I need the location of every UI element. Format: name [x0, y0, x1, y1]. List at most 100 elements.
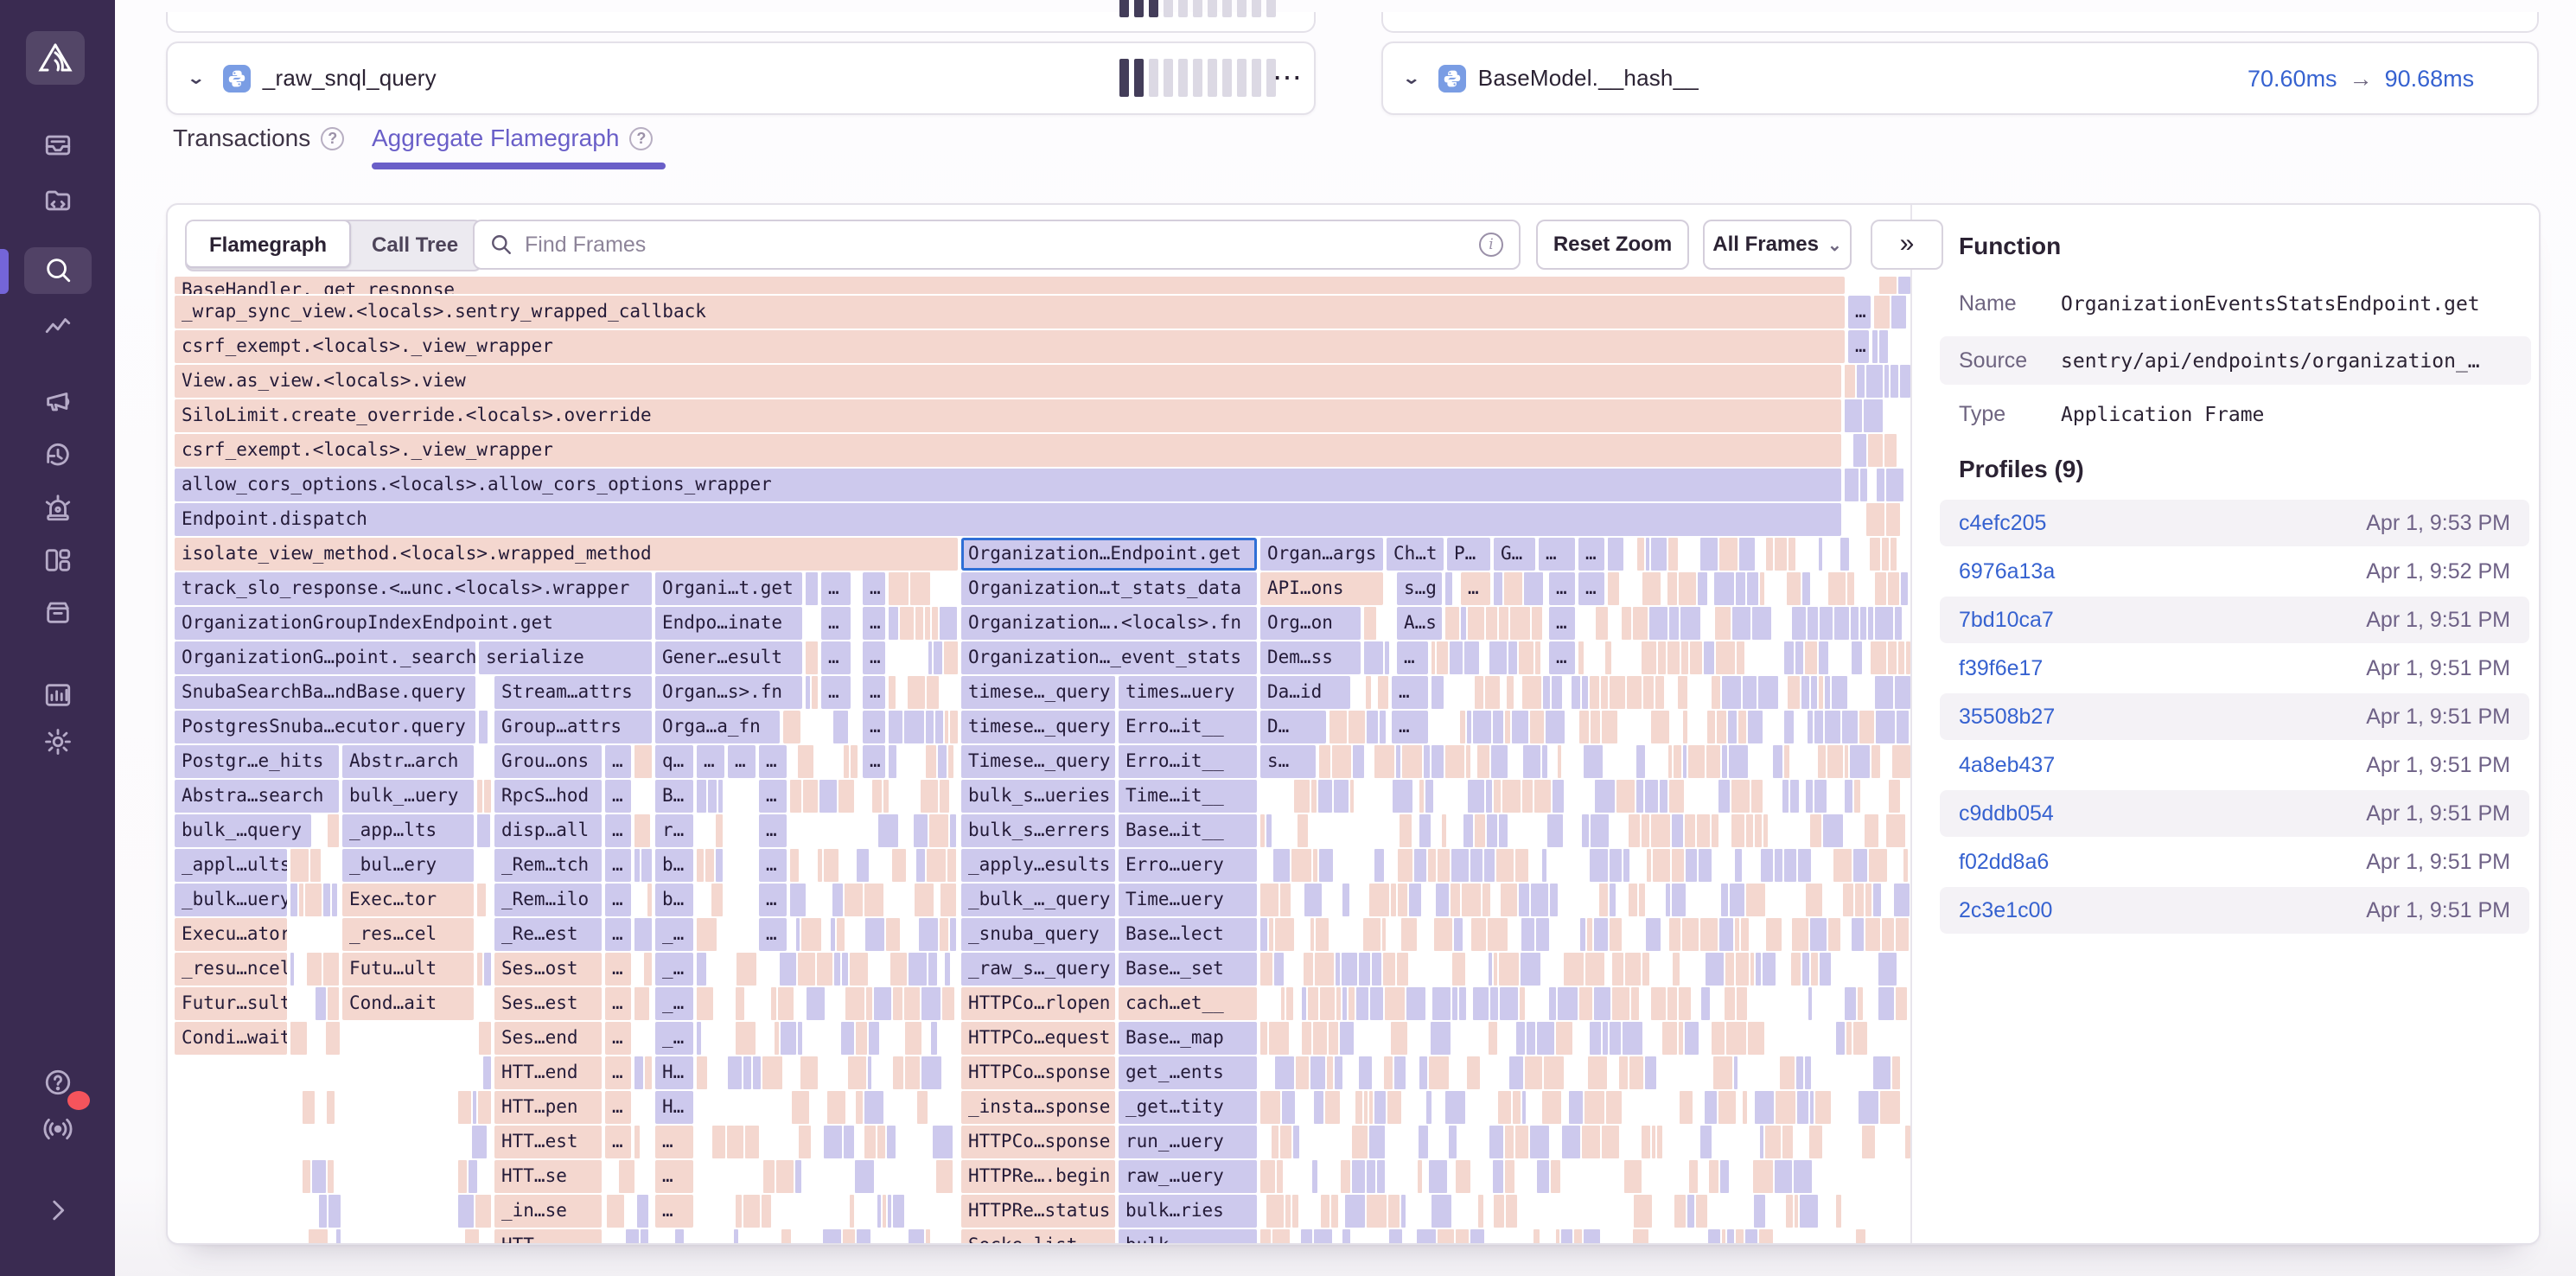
flamegraph-frame[interactable]: Organ…s>.fn [655, 676, 802, 709]
flamegraph-frame-sliver[interactable] [878, 814, 898, 847]
flamegraph-frame-sliver[interactable] [806, 676, 810, 709]
flamegraph-frame-sliver[interactable] [1712, 676, 1720, 709]
flamegraph-frame-sliver[interactable] [950, 814, 956, 847]
flamegraph-frame-sliver[interactable] [1823, 814, 1843, 847]
flamegraph-frame[interactable]: … [821, 607, 851, 640]
flamegraph-frame-sliver[interactable] [1293, 1126, 1299, 1158]
flamegraph-frame-sliver[interactable] [336, 1229, 341, 1243]
flamegraph-frame-sliver[interactable] [1318, 780, 1332, 813]
flamegraph-frame-sliver[interactable] [1505, 711, 1510, 743]
flamegraph-frame-sliver[interactable] [1623, 849, 1629, 882]
flamegraph-frame-sliver[interactable] [290, 1022, 307, 1055]
flamegraph-frame[interactable]: _resu…ncel [175, 953, 287, 986]
flamegraph-frame-sliver[interactable] [1731, 780, 1750, 813]
flamegraph-frame-sliver[interactable] [1869, 849, 1887, 882]
flamegraph-frame-sliver[interactable] [1760, 1126, 1763, 1158]
flamegraph-frame[interactable]: _… [655, 918, 693, 951]
flamegraph-frame-sliver[interactable] [1727, 1229, 1734, 1243]
flamegraph-frame-sliver[interactable] [1329, 1022, 1338, 1055]
flamegraph-frame-sliver[interactable] [1364, 607, 1376, 640]
flamegraph-frame-sliver[interactable] [827, 1091, 845, 1124]
flamegraph-frame-sliver[interactable] [889, 572, 909, 605]
flamegraph-frame-sliver[interactable] [1359, 953, 1370, 986]
flamegraph-frame-sliver[interactable] [1806, 780, 1813, 813]
flamegraph-frame-sliver[interactable] [803, 780, 818, 813]
flamegraph-frame-sliver[interactable] [910, 572, 930, 605]
flamegraph-frame-sliver[interactable] [1828, 572, 1846, 605]
flamegraph-frame-sliver[interactable] [890, 953, 907, 986]
flamegraph-frame-sliver[interactable] [942, 987, 954, 1020]
flamegraph-frame-sliver[interactable] [1260, 1160, 1275, 1193]
flamegraph-frame[interactable]: Erro…it__ [1119, 711, 1257, 743]
flamegraph-frame[interactable]: _get…tity [1119, 1091, 1257, 1124]
flamegraph-frame-sliver[interactable] [1660, 780, 1667, 813]
flamegraph-frame[interactable]: … [728, 745, 756, 778]
flamegraph-frame[interactable]: … [1848, 296, 1871, 329]
flamegraph-frame-sliver[interactable] [1409, 884, 1421, 916]
flamegraph-frame-sliver[interactable] [634, 814, 650, 847]
flamegraph-frame-sliver[interactable] [299, 884, 303, 916]
flamegraph-frame[interactable]: P… [1447, 538, 1490, 571]
flamegraph-frame-sliver[interactable] [947, 849, 956, 882]
flamegraph-frame-sliver[interactable] [1608, 538, 1623, 571]
flamegraph-frame-sliver[interactable] [1296, 1056, 1309, 1089]
flamegraph-frame-sliver[interactable] [1642, 814, 1649, 847]
flamegraph-frame-sliver[interactable] [877, 1195, 881, 1228]
flamegraph-frame-sliver[interactable] [1275, 1056, 1294, 1089]
flamegraph-frame-sliver[interactable] [1808, 607, 1818, 640]
flamegraph-frame-sliver[interactable] [290, 953, 294, 986]
flamegraph-frame[interactable]: Dem…ss [1260, 641, 1361, 674]
flamegraph-frame-sliver[interactable] [1533, 1229, 1540, 1243]
help-circle-icon[interactable]: ? [321, 127, 344, 150]
flamegraph-frame-sliver[interactable] [1766, 918, 1782, 951]
flamegraph-frame-sliver[interactable] [1865, 814, 1878, 847]
flamegraph-frame-sliver[interactable] [1784, 849, 1796, 882]
flamegraph-frame[interactable]: csrf_exempt.<locals>._view_wrapper [175, 330, 1845, 363]
flamegraph-frame-sliver[interactable] [864, 1091, 883, 1124]
flamegraph-frame-sliver[interactable] [855, 1160, 874, 1193]
flamegraph-frame-sliver[interactable] [1546, 711, 1565, 743]
flamegraph-frame-sliver[interactable] [1852, 918, 1864, 951]
flamegraph-frame[interactable]: timese…_query [961, 676, 1115, 709]
flamegraph-frame-sliver[interactable] [458, 1195, 474, 1228]
flamegraph-frame-sliver[interactable] [1564, 953, 1584, 986]
flamegraph-frame-sliver[interactable] [914, 814, 928, 847]
flamegraph-frame-sliver[interactable] [1875, 572, 1886, 605]
flamegraph-frame[interactable]: allow_cors_options.<locals>.allow_cors_o… [175, 469, 1841, 501]
flamegraph-frame-sliver[interactable] [1536, 918, 1549, 951]
flamegraph-frame[interactable]: Socke…list [961, 1229, 1115, 1243]
flamegraph-frame-sliver[interactable] [1882, 538, 1889, 571]
flamegraph-frame[interactable]: _appl…ults [175, 849, 287, 882]
flamegraph-frame[interactable]: Execu…ator [175, 918, 287, 951]
flamegraph-frame-sliver[interactable] [1731, 814, 1744, 847]
flamegraph-frame-sliver[interactable] [1442, 814, 1446, 847]
flamegraph-frame-sliver[interactable] [1755, 814, 1762, 847]
flamegraph-frame-sliver[interactable] [843, 1229, 855, 1243]
flamegraph-frame-sliver[interactable] [290, 884, 297, 916]
flamegraph-frame-sliver[interactable] [1336, 987, 1341, 1020]
flamegraph-frame-sliver[interactable] [1725, 953, 1734, 986]
flamegraph-frame-sliver[interactable] [1631, 987, 1639, 1020]
flamegraph-frame-sliver[interactable] [1302, 987, 1306, 1020]
flamegraph-frame-sliver[interactable] [1521, 918, 1534, 951]
flamegraph-frame-sliver[interactable] [1712, 814, 1718, 847]
flamegraph-frame-sliver[interactable] [734, 1229, 738, 1243]
flamegraph-frame[interactable]: … [1549, 641, 1575, 674]
flamegraph-frame-sliver[interactable] [1506, 1195, 1517, 1228]
flamegraph-frame-sliver[interactable] [1860, 607, 1866, 640]
flamegraph-frame-sliver[interactable] [817, 953, 832, 986]
flamegraph-frame-sliver[interactable] [1304, 953, 1313, 986]
flamegraph-frame-sliver[interactable] [1685, 814, 1695, 847]
flamegraph-frame-sliver[interactable] [926, 1229, 930, 1243]
flamegraph-frame-sliver[interactable] [1805, 641, 1817, 674]
flamegraph-frame-sliver[interactable] [778, 987, 794, 1020]
flamegraph-frame[interactable]: … [605, 1091, 631, 1124]
flamegraph-frame-sliver[interactable] [1633, 1229, 1648, 1243]
flamegraph-frame[interactable]: … [759, 780, 787, 813]
flamegraph-frame-sliver[interactable] [1624, 1160, 1642, 1193]
flamegraph-frame-sliver[interactable] [1843, 884, 1853, 916]
flamegraph-frame-sliver[interactable] [1454, 918, 1463, 951]
flamegraph-frame-sliver[interactable] [1819, 641, 1828, 674]
flamegraph-frame-sliver[interactable] [1282, 1091, 1295, 1124]
flamegraph-frame-sliver[interactable] [644, 953, 652, 986]
